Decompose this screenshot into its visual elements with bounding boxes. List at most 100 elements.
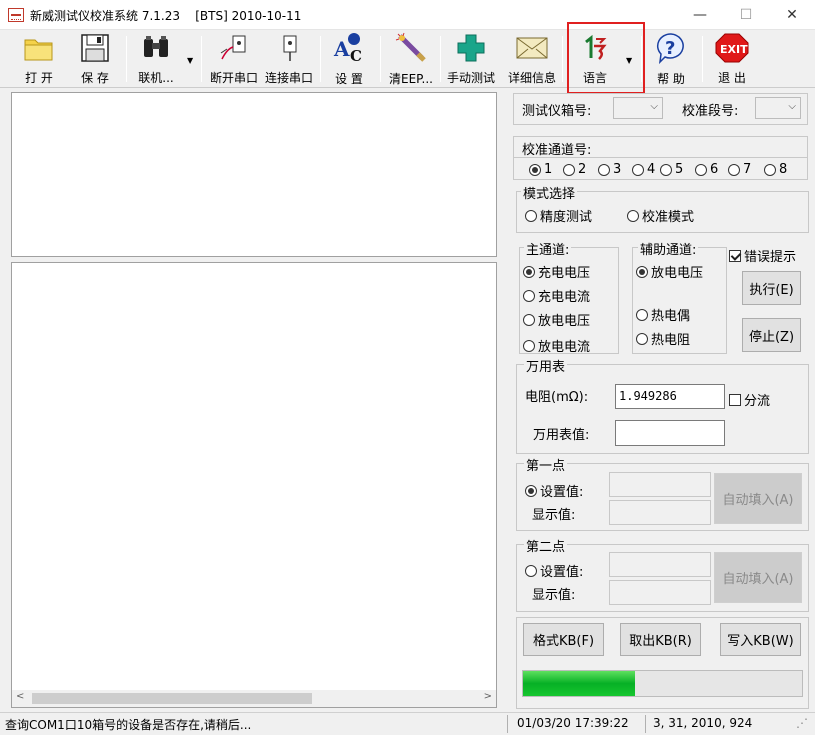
format-kb-button[interactable]: 格式KB(F)	[523, 623, 604, 656]
status-bar: 查询COM1口10箱号的设备是否存在,请稍后... 01/03/20 17:39…	[0, 712, 815, 735]
binoculars-icon	[139, 32, 173, 63]
multimeter-label: 万用表	[524, 356, 568, 375]
maximize-button[interactable]: ☐	[723, 0, 769, 30]
aux-channel-radio-2[interactable]: 热电偶	[636, 305, 690, 324]
channel-radio-8[interactable]: 8	[764, 162, 787, 177]
channel-radio-6[interactable]: 6	[695, 162, 718, 177]
channel-radio-1[interactable]: 1	[529, 162, 552, 177]
bottom-log-panel[interactable]	[11, 262, 497, 708]
main-channel-radio-4[interactable]: 放电电流	[523, 336, 590, 355]
point2-label: 第二点	[524, 536, 568, 555]
title-bar: 新威测试仪校准系统 7.1.23 [BTS] 2010-10-11 — ☐ ✕	[0, 0, 815, 30]
channel-radio-4[interactable]: 4	[632, 162, 655, 177]
status-divider	[507, 715, 508, 733]
main-channel-radio-1[interactable]: 充电电压	[523, 262, 590, 281]
disconnect-port-button[interactable]: 断开串口	[208, 32, 260, 86]
status-info: 3, 31, 2010, 924	[653, 716, 753, 730]
horizontal-scrollbar[interactable]: < >	[12, 690, 496, 707]
details-button[interactable]: 详细信息	[506, 32, 558, 86]
stop-button[interactable]: 停止(Z)	[742, 318, 801, 352]
connect-button[interactable]: 联机...	[134, 32, 178, 86]
eraser-pencil-icon	[394, 32, 428, 64]
plug-icon	[272, 32, 306, 63]
settings-button[interactable]: A C 设 置	[328, 32, 370, 86]
connect-port-button[interactable]: 连接串口	[263, 32, 315, 86]
mode-label: 模式选择	[521, 183, 578, 202]
execute-button[interactable]: 执行(E)	[742, 271, 801, 305]
point1-set-value-input[interactable]	[609, 472, 711, 497]
scroll-left-icon[interactable]: <	[16, 691, 24, 702]
main-channel-radio-3[interactable]: 放电电压	[523, 310, 590, 329]
main-channel-radio-2[interactable]: 充电电流	[523, 286, 590, 305]
unplug-icon	[217, 32, 251, 63]
help-icon: ?	[654, 32, 688, 64]
connect-dropdown-arrow[interactable]: ▼	[187, 56, 193, 65]
toolbar-separator	[440, 36, 441, 82]
tester-box-select[interactable]: ⌵	[613, 97, 663, 119]
language-highlight-box	[567, 22, 645, 94]
channel-radio-5[interactable]: 5	[660, 162, 683, 177]
resistance-label: 电阻(mΩ):	[525, 390, 589, 405]
point2-set-value-radio[interactable]: 设置值:	[525, 561, 583, 580]
progress-bar	[522, 670, 803, 697]
plus-cross-icon	[454, 32, 488, 63]
svg-text:EXIT: EXIT	[720, 43, 748, 56]
close-button[interactable]: ✕	[769, 0, 815, 30]
toolbar-separator	[562, 36, 563, 82]
chevron-down-icon: ⌵	[650, 101, 658, 112]
abc-settings-icon: A C	[332, 32, 366, 64]
folder-icon	[22, 32, 56, 63]
manual-test-button[interactable]: 手动测试	[445, 32, 497, 86]
multimeter-value-label: 万用表值:	[533, 428, 590, 443]
envelope-icon	[515, 32, 549, 63]
exit-icon: EXIT	[715, 32, 749, 63]
resistance-input[interactable]: 1.949286	[615, 384, 725, 409]
aux-channel-radio-3[interactable]: 热电阻	[636, 329, 690, 348]
top-log-panel[interactable]	[11, 92, 497, 257]
point1-display-value-input[interactable]	[609, 500, 711, 525]
aux-channel-radio-1[interactable]: 放电电压	[636, 262, 703, 281]
progress-fill	[523, 671, 635, 696]
calib-segment-label: 校准段号:	[682, 104, 739, 119]
status-divider	[645, 715, 646, 733]
toolbar-separator	[380, 36, 381, 82]
status-datetime: 01/03/20 17:39:22	[517, 716, 629, 730]
scroll-right-icon[interactable]: >	[484, 691, 492, 702]
channel-divider	[513, 157, 808, 158]
channel-radio-3[interactable]: 3	[598, 162, 621, 177]
point2-auto-fill-button[interactable]: 自动填入(A)	[714, 552, 802, 603]
calib-segment-select[interactable]: ⌵	[755, 97, 801, 119]
precision-test-radio[interactable]: 精度测试	[525, 206, 592, 225]
write-kb-button[interactable]: 写入KB(W)	[720, 623, 801, 656]
toolbar-separator	[320, 36, 321, 82]
toolbar-separator	[702, 36, 703, 82]
point2-display-value-input[interactable]	[609, 580, 711, 605]
point1-auto-fill-button[interactable]: 自动填入(A)	[714, 473, 802, 524]
channel-label: 校准通道号:	[522, 143, 592, 158]
minimize-button[interactable]: —	[677, 0, 723, 30]
toolbar-separator	[126, 36, 127, 82]
clear-eep-button[interactable]: 清EEP...	[386, 32, 436, 86]
app-icon	[8, 8, 24, 22]
main-channel-label: 主通道:	[524, 239, 572, 258]
channel-radio-7[interactable]: 7	[728, 162, 751, 177]
scrollbar-thumb[interactable]	[32, 693, 312, 704]
point1-label: 第一点	[524, 455, 568, 474]
exit-button[interactable]: EXIT 退 出	[710, 32, 754, 86]
help-button[interactable]: ? 帮 助	[650, 32, 692, 86]
calib-mode-radio[interactable]: 校准模式	[627, 206, 694, 225]
point1-set-value-radio[interactable]: 设置值:	[525, 481, 583, 500]
fetch-kb-button[interactable]: 取出KB(R)	[620, 623, 701, 656]
multimeter-value-input[interactable]	[615, 420, 725, 446]
resize-grip-icon[interactable]: ⋰	[796, 716, 808, 730]
window-title: 新威测试仪校准系统 7.1.23 [BTS] 2010-10-11	[30, 9, 302, 23]
floppy-disk-icon	[78, 32, 112, 63]
point2-set-value-input[interactable]	[609, 552, 711, 577]
open-button[interactable]: 打 开	[18, 32, 60, 86]
shunt-checkbox[interactable]: 分流	[729, 390, 770, 409]
svg-text:?: ?	[665, 38, 675, 59]
error-prompt-checkbox[interactable]: 错误提示	[729, 246, 796, 265]
save-button[interactable]: 保 存	[74, 32, 116, 86]
channel-radio-2[interactable]: 2	[563, 162, 586, 177]
svg-text:C: C	[350, 47, 362, 64]
